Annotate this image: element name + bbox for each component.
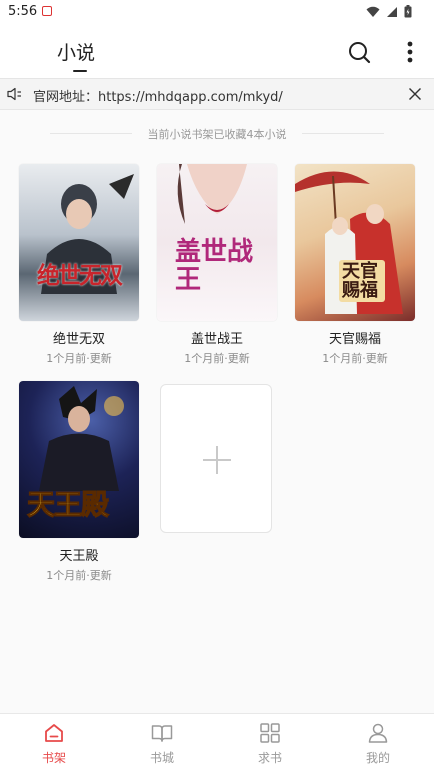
nav-label: 书架 xyxy=(41,751,66,765)
cover-title: 天王殿 xyxy=(26,488,109,522)
nav-label: 求书 xyxy=(257,751,282,765)
cover-title: 盖世战王 xyxy=(175,237,254,295)
signal-icon xyxy=(387,6,397,17)
more-vertical-icon[interactable] xyxy=(400,38,420,66)
book-cover[interactable]: 天官赐福 xyxy=(295,164,415,321)
title-tab-indicator xyxy=(73,70,87,72)
plus-icon xyxy=(203,446,231,474)
book-update-time: 1个月前·更新 xyxy=(322,352,388,365)
nav-label: 书城 xyxy=(149,751,174,765)
nav-item-profile[interactable]: 我的 xyxy=(324,714,432,773)
bottom-nav: 书架 书城 求书 我的 xyxy=(0,713,434,773)
book-cover[interactable]: 绝世无双 xyxy=(19,164,139,321)
nav-label: 我的 xyxy=(365,751,390,765)
bookshelf-area: 当前小说书架已收藏4本小说 绝世无双 绝世无双 1个月前·更新 盖世战王 盖世战… xyxy=(0,110,434,713)
book-title[interactable]: 天官赐福 xyxy=(285,328,425,347)
cover-art xyxy=(41,174,134,294)
status-bar: 5:56 xyxy=(0,0,434,24)
book-title[interactable]: 绝世无双 xyxy=(9,328,149,347)
book-update-time: 1个月前·更新 xyxy=(46,569,112,582)
status-time: 5:56 xyxy=(8,4,38,19)
close-icon[interactable] xyxy=(408,87,422,101)
open-book-icon xyxy=(151,725,173,742)
cover-title: 绝世无双 xyxy=(37,263,123,289)
battery-icon xyxy=(404,5,412,18)
wifi-icon xyxy=(366,6,380,17)
book-update-time: 1个月前·更新 xyxy=(46,352,112,365)
nav-item-bookstore[interactable]: 书城 xyxy=(108,714,216,773)
bookshelf-icon xyxy=(45,724,63,742)
nav-item-bookshelf[interactable]: 书架 xyxy=(0,714,108,773)
book-update-time: 1个月前·更新 xyxy=(184,352,250,365)
book-cover[interactable]: 盖世战王 xyxy=(157,164,277,321)
notice-bar: 官网地址：https://mhdqapp.com/mkyd/ xyxy=(0,79,434,110)
person-icon xyxy=(368,723,388,743)
page-title[interactable]: 小说 xyxy=(57,38,95,65)
grid-icon xyxy=(260,723,280,743)
book-title[interactable]: 天王殿 xyxy=(9,545,149,564)
notice-text[interactable]: 官网地址：https://mhdqapp.com/mkyd/ xyxy=(33,86,283,105)
book-cover[interactable]: 天王殿 xyxy=(19,381,139,538)
nav-item-request[interactable]: 求书 xyxy=(216,714,324,773)
top-bar: 小说 xyxy=(0,24,434,79)
search-icon[interactable] xyxy=(347,40,371,64)
book-title[interactable]: 盖世战王 xyxy=(147,328,287,347)
cover-title: 天官赐福 xyxy=(339,260,385,302)
app-notification-icon xyxy=(42,6,52,16)
shelf-count-row: 当前小说书架已收藏4本小说 xyxy=(0,124,434,144)
add-book-button[interactable] xyxy=(160,384,272,533)
status-indicators xyxy=(366,5,412,18)
shelf-count-text: 当前小说书架已收藏4本小说 xyxy=(147,128,287,141)
speaker-icon xyxy=(7,87,21,101)
